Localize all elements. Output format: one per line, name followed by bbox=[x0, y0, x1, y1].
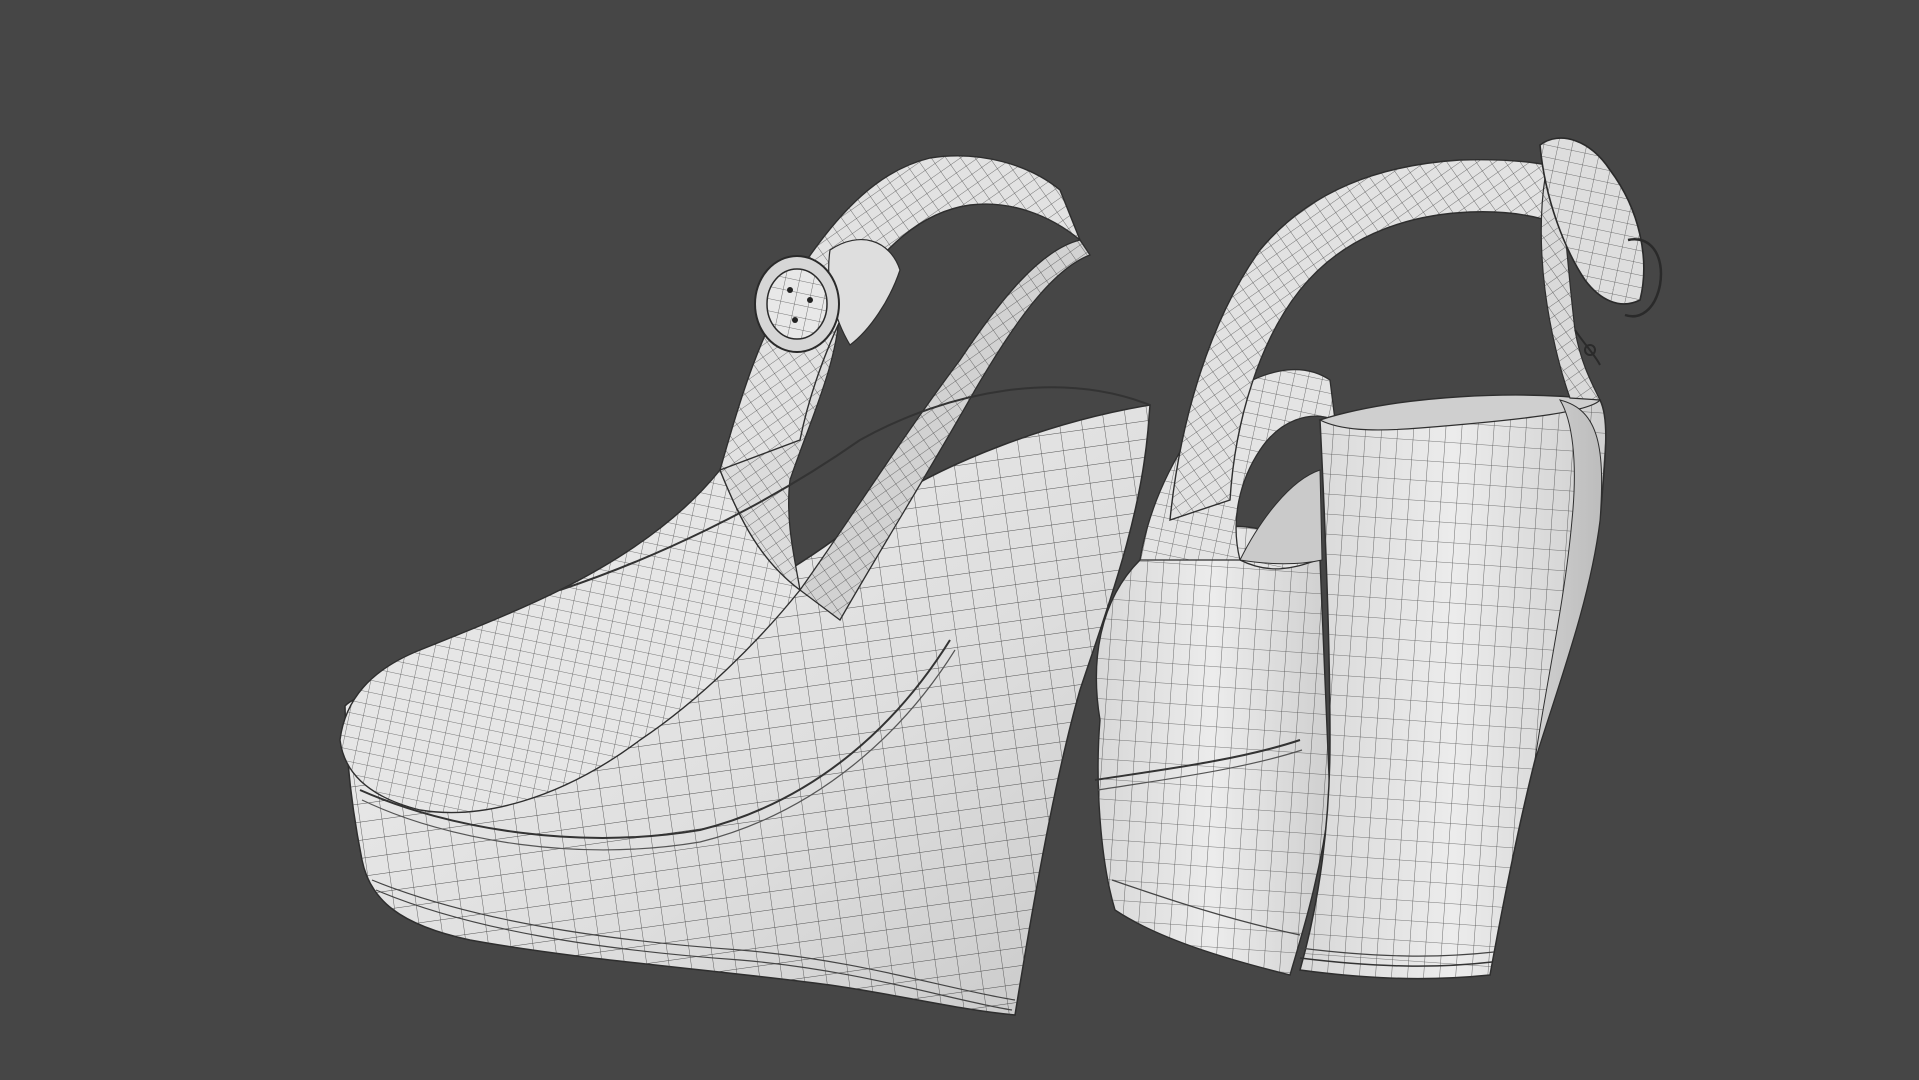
left-wedge-sandal bbox=[339, 155, 1151, 1016]
left-sandal-buckle bbox=[754, 255, 840, 353]
3d-viewport[interactable] bbox=[0, 0, 1919, 1080]
right-wedge-sandal bbox=[1094, 137, 1663, 980]
render-canvas bbox=[339, 137, 1663, 1016]
